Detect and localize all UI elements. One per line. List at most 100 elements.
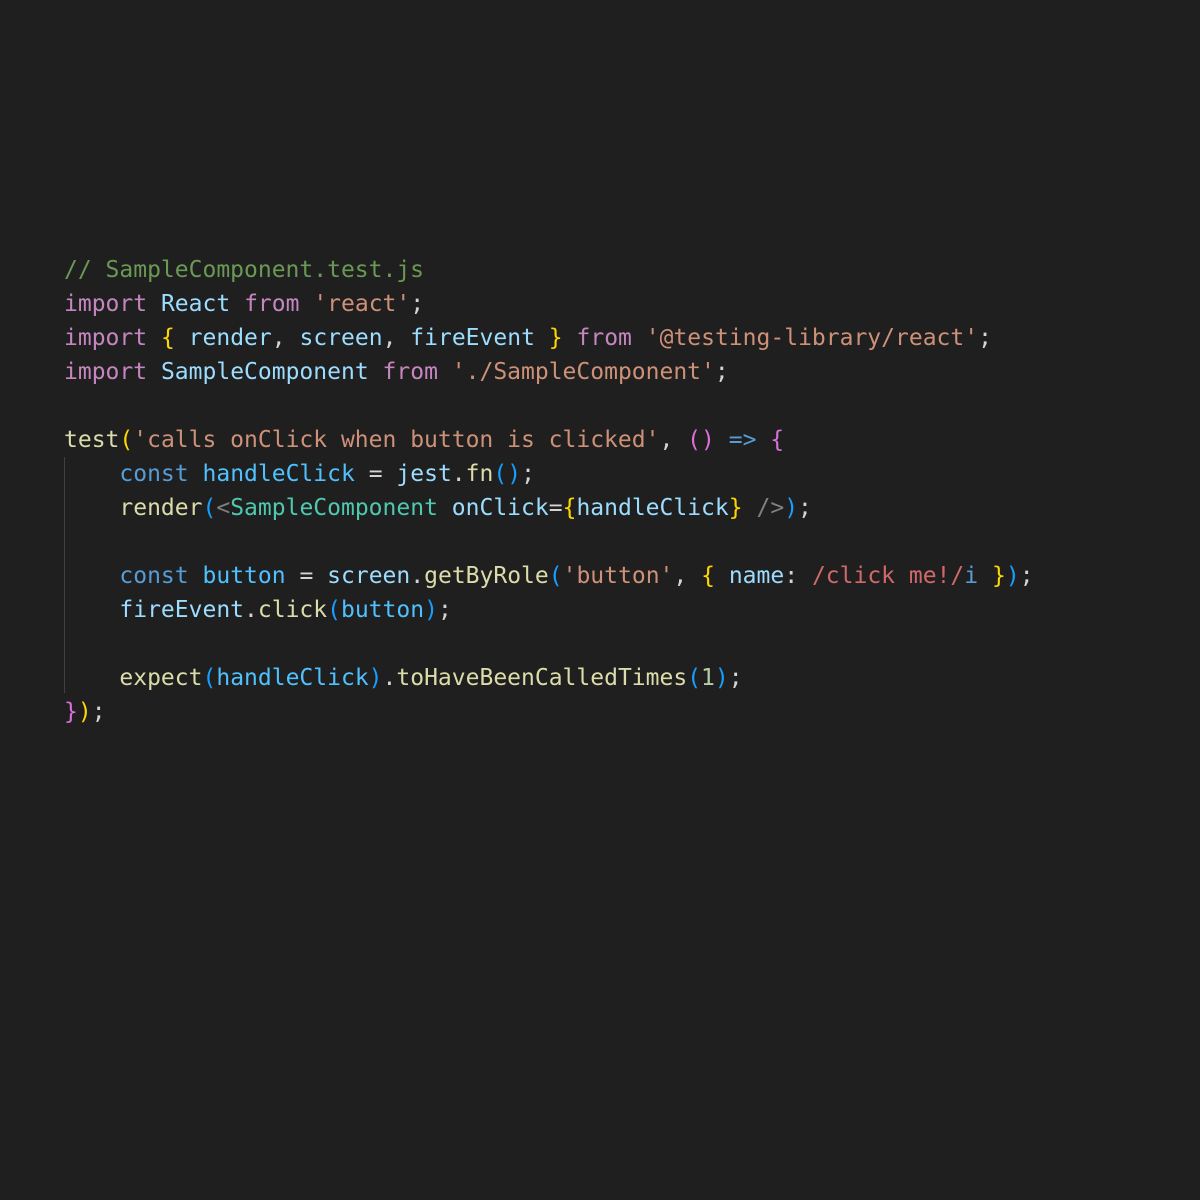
line-number-gutter: 78901234567890123456789 — [0, 0, 40, 1200]
bracket-token: } — [991, 563, 1006, 589]
identifier-token: screen — [299, 325, 383, 351]
punctuation-token: ; — [521, 461, 535, 487]
string-token: '@testing-library/react' — [645, 325, 979, 351]
identifier-token: screen — [327, 563, 411, 589]
line-number: 5 — [0, 265, 1, 299]
function-token: expect — [119, 665, 203, 691]
punctuation-token: , — [382, 325, 397, 351]
identifier-token: jest — [396, 461, 452, 487]
operator-token: = — [368, 461, 383, 487]
punctuation-token: , — [673, 563, 688, 589]
code-line-17: import { render, screen, fireEvent } fro… — [64, 321, 992, 355]
string-token: './SampleComponent' — [451, 359, 715, 385]
bracket-token: ) — [714, 665, 729, 691]
function-token: click — [257, 597, 328, 623]
punctuation-token: ; — [714, 359, 729, 385]
line-number: 0 — [0, 95, 1, 129]
comment-token: // SampleComponent.test.js — [64, 257, 425, 283]
punctuation-token: . — [451, 461, 466, 487]
function-token: toHaveBeenCalledTimes — [396, 665, 688, 691]
bracket-token: } — [64, 699, 78, 725]
line-number: 8 — [0, 27, 1, 61]
keyword-token: import — [64, 291, 148, 317]
tag-bracket-token: /> — [756, 495, 785, 521]
tag-bracket-token: < — [216, 495, 231, 521]
line-number: 7 — [0, 0, 1, 27]
identifier-token: handleClick — [216, 665, 369, 691]
code-line-21: const handleClick = jest.fn(); — [64, 457, 535, 491]
code-line-28: }); — [64, 695, 106, 729]
attribute-token: onClick — [451, 495, 549, 521]
code-line-24: const button = screen.getByRole('button'… — [64, 559, 1034, 593]
line-number: 8 — [0, 707, 1, 741]
bracket-token: } — [728, 495, 743, 521]
identifier-token: fireEvent — [119, 597, 245, 623]
bracket-token: ) — [368, 665, 383, 691]
punctuation-token: ; — [437, 597, 452, 623]
code-area[interactable]: // SampleComponent.test.js import React … — [64, 0, 1200, 1200]
string-token: 'button' — [562, 563, 674, 589]
identifier-token: handleClick — [576, 495, 729, 521]
function-token: getByRole — [424, 563, 549, 589]
punctuation-token: . — [410, 563, 425, 589]
bracket-token: ) — [77, 699, 92, 725]
punctuation-token: . — [382, 665, 397, 691]
identifier-token: button — [202, 563, 286, 589]
identifier-token: fireEvent — [410, 325, 535, 351]
bracket-token: () — [493, 461, 522, 487]
string-token: 'react' — [313, 291, 411, 317]
bracket-token: ( — [119, 427, 134, 453]
function-token: test — [64, 427, 120, 453]
keyword-token: const — [119, 563, 189, 589]
number-token: 1 — [701, 665, 715, 691]
line-number: 9 — [0, 401, 1, 435]
identifier-token: handleClick — [202, 461, 355, 487]
operator-token: => — [728, 427, 757, 453]
punctuation-token: , — [271, 325, 286, 351]
line-number: 4 — [0, 231, 1, 265]
line-number: 2 — [0, 503, 1, 537]
line-number: 7 — [0, 333, 1, 367]
code-line-22: render(<SampleComponent onClick={handleC… — [64, 491, 812, 525]
keyword-token: from — [576, 325, 632, 351]
function-token: render — [119, 495, 203, 521]
line-number: 6 — [0, 299, 1, 333]
line-number: 1 — [0, 129, 1, 163]
keyword-token: from — [244, 291, 300, 317]
line-number: 2 — [0, 163, 1, 197]
identifier-token: SampleComponent — [160, 359, 369, 385]
bracket-token: ( — [548, 563, 563, 589]
line-number: 0 — [0, 435, 1, 469]
punctuation-token: ; — [798, 495, 812, 521]
keyword-token: const — [119, 461, 189, 487]
bracket-token: () — [687, 427, 715, 453]
punctuation-token: ; — [91, 699, 106, 725]
line-number: 1 — [0, 469, 1, 503]
keyword-token: import — [64, 325, 148, 351]
line-number: 3 — [0, 197, 1, 231]
bracket-token: { — [160, 325, 175, 351]
bracket-token: { — [701, 563, 715, 589]
line-number: 9 — [0, 741, 1, 775]
string-token: 'calls onClick when button is clicked' — [133, 427, 660, 453]
punctuation-token: ; — [978, 325, 992, 351]
identifier-token: button — [340, 597, 425, 623]
bracket-token: ( — [327, 597, 341, 623]
bracket-token: ) — [424, 597, 438, 623]
code-line-25: fireEvent.click(button); — [64, 593, 452, 627]
bracket-token: } — [548, 325, 563, 351]
keyword-token: import — [64, 359, 148, 385]
punctuation-token: ; — [728, 665, 743, 691]
regex-flag-token: i — [964, 563, 979, 589]
identifier-token: render — [188, 325, 272, 351]
bracket-token: ( — [687, 665, 702, 691]
regex-token: /click me!/ — [811, 563, 965, 589]
bracket-token: ) — [1005, 563, 1020, 589]
operator-token: = — [299, 563, 314, 589]
keyword-token: from — [382, 359, 438, 385]
code-line-20: test('calls onClick when button is click… — [64, 423, 784, 457]
punctuation-token: ; — [1019, 563, 1034, 589]
code-editor[interactable]: 78901234567890123456789 // SampleCompone… — [0, 0, 1200, 1200]
bracket-token: ( — [202, 665, 217, 691]
punctuation-token: : — [784, 563, 799, 589]
